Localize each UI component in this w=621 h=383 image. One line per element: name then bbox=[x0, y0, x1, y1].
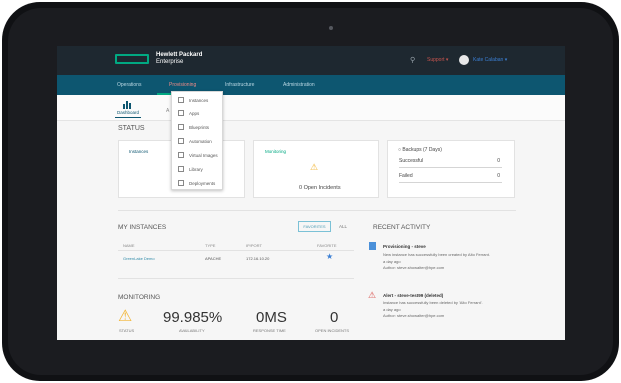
menu-item-deployments[interactable]: Deployments bbox=[178, 178, 222, 188]
brand-line2: Enterprise bbox=[156, 59, 184, 65]
row-divider bbox=[118, 250, 354, 251]
activity-description: Instance has successfully been deleted b… bbox=[383, 300, 483, 305]
nav-provisioning[interactable]: Provisioning bbox=[169, 82, 196, 88]
menu-item-automation[interactable]: Automation bbox=[178, 136, 222, 146]
col-ip: IP/PORT bbox=[246, 243, 262, 248]
open-incidents-label: OPEN INCIDENTS bbox=[315, 328, 350, 333]
favorites-button[interactable]: FAVORITES bbox=[298, 221, 331, 232]
availability-value: 99.985% bbox=[163, 309, 223, 326]
backups-title: ○ Backups (7 Days) bbox=[398, 147, 442, 153]
app-screen: Hewlett Packard Enterprise ⚲ Support ▾ K… bbox=[57, 46, 565, 340]
menu-item-apps[interactable]: Apps bbox=[178, 108, 222, 118]
open-incidents-text: 0 Open Incidents bbox=[299, 185, 341, 191]
activity-author: Author: steve.showalter@hpe.com bbox=[383, 265, 445, 270]
backups-successful-value: 0 bbox=[497, 158, 500, 164]
all-button[interactable]: ALL bbox=[339, 224, 347, 229]
instances-icon bbox=[178, 97, 184, 103]
nav-infrastructure[interactable]: Infrastructure bbox=[225, 82, 254, 88]
alert-icon: ⚠ bbox=[368, 290, 377, 300]
nav-operations[interactable]: Operations bbox=[117, 82, 141, 88]
nav-administration[interactable]: Administration bbox=[283, 82, 315, 88]
automation-icon bbox=[178, 138, 184, 144]
avatar[interactable] bbox=[459, 55, 469, 65]
hpe-logo-icon[interactable] bbox=[115, 54, 149, 64]
tab-secondary[interactable]: A bbox=[166, 108, 169, 114]
user-menu[interactable]: Kate Calaban ▾ bbox=[473, 57, 507, 63]
col-favorite: FAVORITE bbox=[317, 243, 337, 248]
backups-successful-row: Successful 0 bbox=[399, 158, 502, 168]
activity-title[interactable]: Alert - steve-test99 (deleted) bbox=[383, 293, 443, 298]
virtual-images-icon bbox=[178, 152, 184, 158]
tab-dashboard[interactable]: Dashboard bbox=[117, 110, 139, 115]
monitoring-card-title: Monitoring bbox=[265, 149, 287, 154]
monitoring-heading: MONITORING bbox=[118, 294, 161, 301]
camera-dot bbox=[329, 26, 333, 30]
library-icon bbox=[178, 166, 184, 172]
instance-name-link[interactable]: GreenLake Demo bbox=[123, 256, 155, 261]
apps-icon bbox=[178, 110, 184, 116]
favorite-star-icon[interactable]: ★ bbox=[326, 252, 333, 261]
dashboard-icon[interactable] bbox=[123, 100, 133, 109]
open-incidents-value: 0 bbox=[330, 309, 339, 326]
activity-description: New instance has successfully been creat… bbox=[383, 252, 490, 257]
status-label: STATUS bbox=[119, 328, 135, 333]
recent-activity-heading: RECENT ACTIVITY bbox=[373, 224, 431, 231]
section-divider bbox=[118, 210, 516, 211]
warning-icon: ⚠ bbox=[310, 162, 319, 172]
response-time-value: 0MS bbox=[256, 309, 287, 326]
search-icon[interactable]: ⚲ bbox=[410, 56, 418, 64]
brand-name: Hewlett Packard Enterprise bbox=[156, 52, 202, 66]
blueprints-icon bbox=[178, 124, 184, 130]
menu-item-blueprints[interactable]: Blueprints bbox=[178, 122, 222, 132]
tab-active-indicator bbox=[115, 117, 141, 118]
col-name: NAME bbox=[123, 243, 135, 248]
activity-title[interactable]: Provisioning - steve bbox=[383, 244, 426, 249]
brand-line1: Hewlett Packard bbox=[156, 52, 203, 58]
instances-card-title: Instances bbox=[129, 149, 149, 154]
status-heading: STATUS bbox=[118, 125, 145, 132]
activity-time: a day ago bbox=[383, 307, 401, 312]
support-menu[interactable]: Support ▾ bbox=[427, 57, 448, 63]
activity-time: a day ago bbox=[383, 259, 401, 264]
row-divider bbox=[118, 278, 354, 279]
backups-failed-value: 0 bbox=[497, 173, 500, 179]
backups-failed-row: Failed 0 bbox=[399, 173, 502, 183]
status-warning-icon: ⚠ bbox=[118, 308, 133, 325]
backups-successful-label: Successful bbox=[399, 158, 424, 164]
provisioning-activity-icon bbox=[369, 242, 376, 250]
col-type: TYPE bbox=[205, 243, 216, 248]
my-instances-heading: MY INSTANCES bbox=[118, 224, 167, 231]
availability-label: AVAILABILITY bbox=[179, 328, 205, 333]
activity-author: Author: steve.showalter@hpe.com bbox=[383, 313, 445, 318]
deployments-icon bbox=[178, 180, 184, 186]
menu-item-library[interactable]: Library bbox=[178, 164, 222, 174]
response-time-label: RESPONSE TIME bbox=[253, 328, 286, 333]
menu-item-instances[interactable]: Instances bbox=[178, 95, 222, 105]
instance-type: APACHE bbox=[205, 256, 222, 261]
menu-item-virtual-images[interactable]: Virtual Images bbox=[178, 150, 222, 160]
provisioning-dropdown: Instances Apps Blueprints Automation Vir… bbox=[171, 91, 223, 190]
instance-ip: 172.16.10.20 bbox=[246, 256, 270, 261]
backups-failed-label: Failed bbox=[399, 173, 413, 179]
